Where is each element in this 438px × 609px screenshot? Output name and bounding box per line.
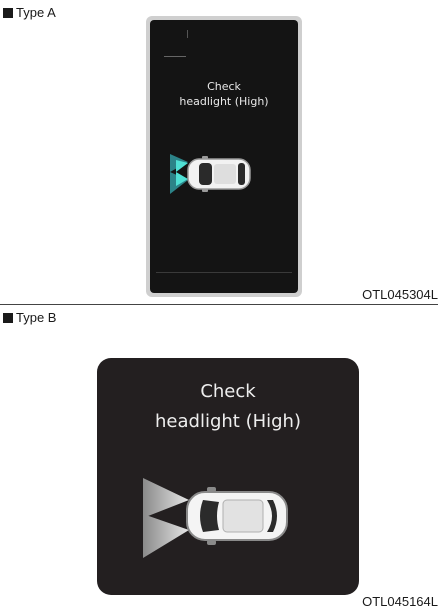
type-b-display: Check headlight (High) <box>97 358 359 595</box>
type-b-label: Type B <box>16 310 57 325</box>
square-bullet-icon <box>3 313 13 323</box>
type-b-figure-code: OTL045164L <box>362 594 438 609</box>
type-a-label: Type A <box>16 5 56 20</box>
type-b-section: Type B Check headlight (High) OTL045164L <box>0 305 438 609</box>
type-a-message-line1: Check <box>207 80 241 93</box>
type-a-section: Type A Check headlight (High) OTL045304L <box>0 0 438 304</box>
square-bullet-icon <box>3 8 13 18</box>
type-b-message-line2: headlight (High) <box>155 411 301 432</box>
display-bottom-line <box>156 272 292 273</box>
type-a-figure-code: OTL045304L <box>362 287 438 302</box>
headlight-warning-car-icon <box>137 478 297 558</box>
type-a-message-line2: headlight (High) <box>179 95 269 108</box>
display-divider-tick <box>187 30 188 38</box>
headlight-warning-car-icon <box>166 150 266 200</box>
type-a-heading: Type A <box>3 6 56 20</box>
type-a-display: Check headlight (High) <box>150 20 298 293</box>
type-b-heading: Type B <box>3 311 56 325</box>
type-b-message-line1: Check <box>200 381 256 402</box>
display-top-line <box>164 56 186 57</box>
